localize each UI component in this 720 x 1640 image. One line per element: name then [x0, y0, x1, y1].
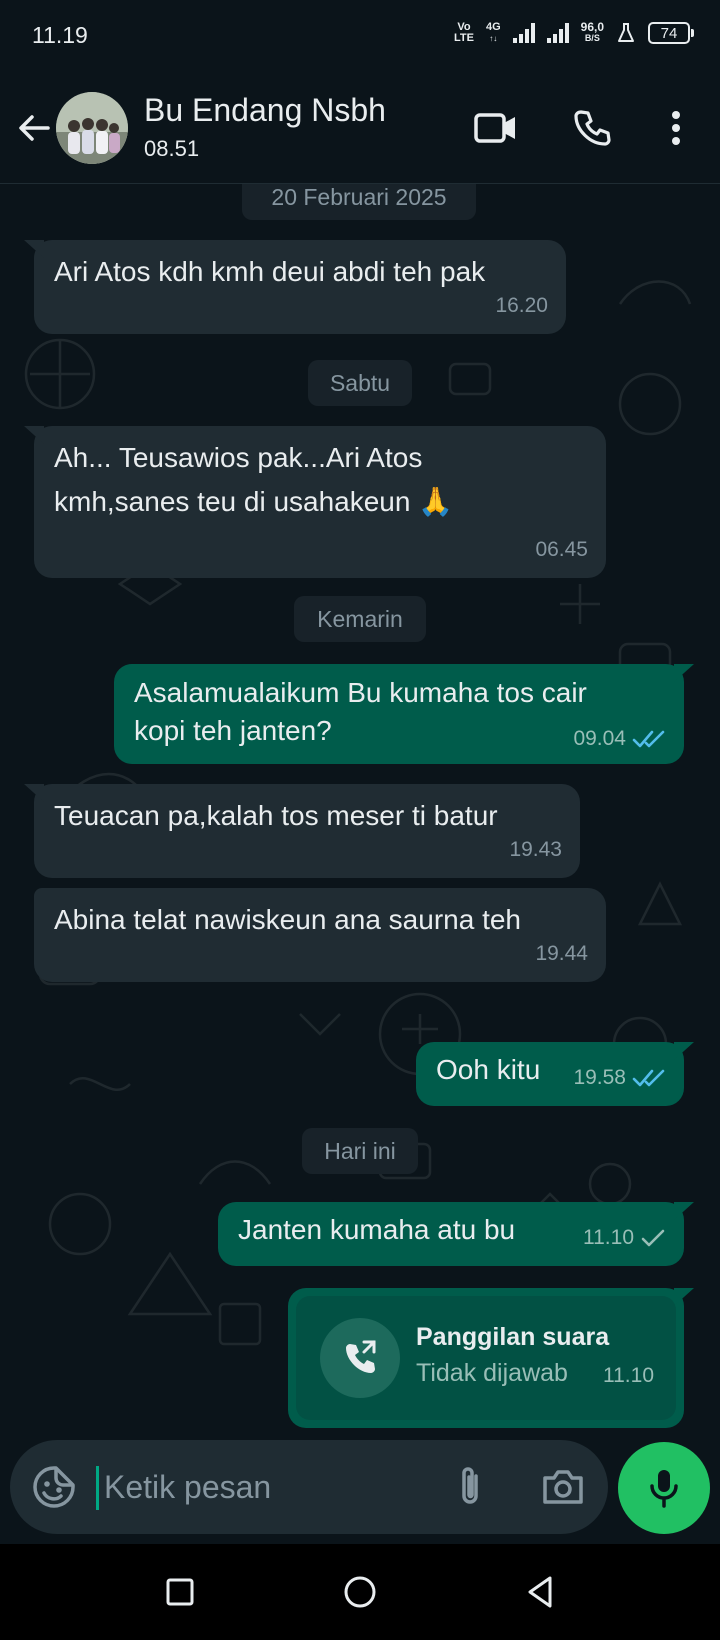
contact-avatar[interactable]: [56, 92, 128, 164]
sticker-emoji-icon[interactable]: [30, 1463, 78, 1511]
message-incoming[interactable]: Teuacan pa,kalah tos meser ti batur 19.4…: [24, 784, 580, 878]
message-text: Abina telat nawiskeun ana saurna teh: [54, 904, 521, 935]
chat-messages[interactable]: 20 Februari 2025 Ari Atos kdh kmh deui a…: [0, 184, 720, 1446]
message-text: Ari Atos kdh kmh deui abdi teh pak: [54, 256, 486, 287]
call-title: Panggilan suara: [416, 1323, 610, 1351]
signal-1-icon: [512, 23, 535, 43]
battery-icon: 74: [648, 22, 694, 44]
system-navigation-bar: [0, 1544, 720, 1640]
text-caret: [96, 1466, 99, 1510]
flask-icon: [618, 23, 634, 42]
message-outgoing[interactable]: Janten kumaha atu bu 11.10: [218, 1202, 694, 1266]
attach-paperclip-icon[interactable]: [446, 1462, 496, 1512]
message-outgoing[interactable]: Ooh kitu 19.58: [416, 1042, 694, 1106]
message-incoming[interactable]: Ari Atos kdh kmh deui abdi teh pak 16.20: [24, 240, 566, 334]
status-icons: Vo LTE 4G ↑↓ 96,0 B/S 74: [453, 20, 694, 44]
last-seen-status: 08.51: [144, 136, 200, 161]
microphone-button[interactable]: [618, 1442, 710, 1534]
volte-indicator: Vo LTE: [453, 21, 474, 44]
home-icon[interactable]: [336, 1568, 384, 1616]
message-text: Ooh kitu: [436, 1054, 541, 1085]
recent-apps-icon[interactable]: [156, 1568, 204, 1616]
date-chip: Sabtu: [308, 360, 412, 406]
microphone-icon: [650, 1470, 678, 1508]
message-time: 16.20: [495, 294, 548, 317]
message-time: 06.45: [535, 538, 588, 561]
date-chip: 20 Februari 2025: [242, 184, 476, 220]
signal-2-icon: [546, 23, 569, 43]
message-time: 19.43: [509, 838, 562, 861]
message-incoming[interactable]: Abina telat nawiskeun ana saurna teh 19.…: [34, 888, 606, 982]
message-time: 11.10: [603, 1364, 654, 1387]
data-speed-indicator: 96,0 B/S: [580, 20, 604, 43]
voice-call-icon[interactable]: [566, 102, 618, 154]
network-type-indicator: 4G ↑↓: [485, 21, 501, 44]
message-text: Asalamualaikum Bu kumaha tos cair: [134, 677, 587, 708]
call-card[interactable]: Panggilan suara Tidak dijawab 11.10: [296, 1296, 676, 1420]
message-composer: [10, 1440, 608, 1534]
video-call-icon[interactable]: [470, 102, 522, 154]
call-status: Tidak dijawab: [416, 1359, 568, 1387]
date-chip: Kemarin: [294, 596, 426, 642]
chat-header: Bu Endang Nsbh 08.51: [0, 72, 720, 184]
message-outgoing[interactable]: Asalamualaikum Bu kumaha tos cair kopi t…: [114, 664, 694, 764]
missed-call-icon: [320, 1318, 400, 1398]
missed-voice-call-message[interactable]: Panggilan suara Tidak dijawab 11.10: [288, 1288, 694, 1428]
message-time: 19.58: [573, 1066, 626, 1089]
back-arrow-icon[interactable]: [14, 108, 54, 148]
message-input[interactable]: [104, 1460, 404, 1514]
message-text: kmh,sanes teu di usahakeun 🙏: [54, 486, 454, 517]
camera-icon[interactable]: [538, 1462, 588, 1512]
message-time: 09.04: [573, 727, 626, 750]
message-time: 19.44: [535, 942, 588, 965]
message-text: Teuacan pa,kalah tos meser ti batur: [54, 800, 498, 831]
status-bar: 11.19 Vo LTE 4G ↑↓ 96,0 B/S 74: [0, 0, 720, 72]
nav-back-icon[interactable]: [516, 1568, 564, 1616]
contact-name[interactable]: Bu Endang Nsbh: [144, 92, 386, 129]
more-options-icon[interactable]: [650, 102, 702, 154]
message-text: Janten kumaha atu bu: [238, 1214, 516, 1245]
message-incoming[interactable]: Ah... Teusawios pak...Ari Atos kmh,sanes…: [24, 426, 606, 578]
single-check-sent-icon: [641, 1229, 665, 1247]
message-text: Ah... Teusawios pak...Ari Atos: [54, 442, 423, 473]
double-check-read-icon: [632, 730, 665, 748]
message-time: 11.10: [583, 1226, 634, 1249]
double-check-read-icon: [632, 1069, 665, 1087]
status-time: 11.19: [32, 22, 88, 48]
date-chip: Hari ini: [302, 1128, 418, 1174]
